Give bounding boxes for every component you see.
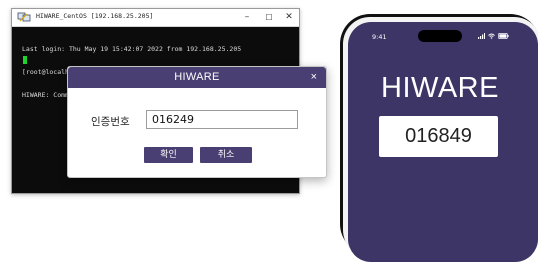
- terminal-cursor: [23, 56, 27, 64]
- terminal-line: Last login: Thu May 19 15:42:07 2022 fro…: [22, 45, 242, 54]
- battery-icon: [497, 32, 509, 39]
- confirm-button[interactable]: 확인: [144, 147, 193, 163]
- maximize-icon[interactable]: ☐: [260, 10, 278, 25]
- phone-app-title: HIWARE: [381, 72, 499, 104]
- terminal-titlebar[interactable]: HIWARE_CentOS [192.168.25.205] – ☐ ✕: [12, 9, 299, 27]
- phone-notch: [418, 30, 462, 42]
- status-time: 9:41: [372, 33, 387, 41]
- dialog-title: HIWARE: [174, 71, 220, 83]
- signal-icon: [478, 32, 485, 39]
- verification-code-input[interactable]: [146, 110, 298, 129]
- minimize-icon[interactable]: –: [238, 10, 256, 25]
- putty-icon: [17, 12, 31, 22]
- close-icon[interactable]: ✕: [280, 10, 298, 25]
- status-icons: [478, 32, 509, 39]
- dialog-header: HIWARE ×: [68, 67, 326, 88]
- cancel-button[interactable]: 취소: [200, 147, 252, 163]
- wifi-icon: [488, 33, 495, 39]
- close-icon[interactable]: ×: [311, 67, 317, 88]
- otp-code-display: 016849: [379, 116, 498, 157]
- verification-code-label: 인증번호: [91, 116, 130, 128]
- verification-dialog: HIWARE × 인증번호 확인 취소: [67, 66, 327, 178]
- terminal-title: HIWARE_CentOS [192.168.25.205]: [36, 12, 154, 20]
